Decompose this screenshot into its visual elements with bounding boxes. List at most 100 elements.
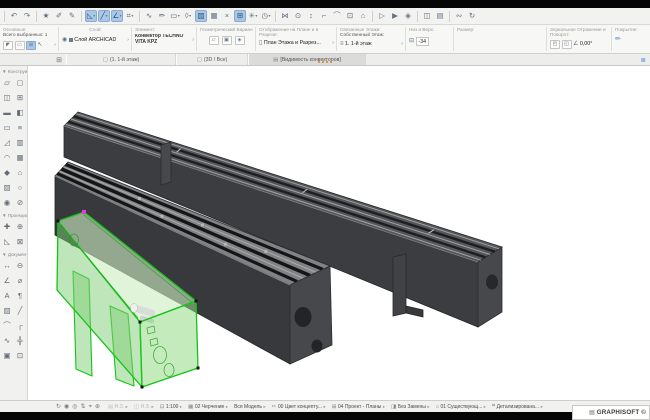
renovation-field[interactable]: ⌂01 Существующ...▸ — [436, 404, 486, 410]
flag-add-icon[interactable]: ▶ — [389, 10, 401, 22]
gear-icon[interactable]: ✳▾ — [247, 10, 259, 22]
camera-tool[interactable]: ✚ — [1, 219, 14, 234]
skylight-tool[interactable]: ◧ — [14, 105, 27, 120]
slab-tool[interactable]: ▭ — [1, 120, 14, 135]
chevron-icon[interactable]: › — [53, 42, 56, 48]
link-icon[interactable]: ∾ — [453, 10, 465, 22]
tab-1[interactable]: ▢(1. 1-й этаж) — [66, 54, 176, 65]
home-icon[interactable]: ⌂ — [357, 10, 369, 22]
element-value[interactable]: Конвектор TECHNO VITA KPZ — [135, 34, 185, 46]
wall-tool[interactable]: ▱ — [1, 75, 14, 90]
lock-icon[interactable]: ◊▾ — [182, 10, 194, 22]
geometry-variant-2-icon[interactable]: ▣ — [222, 36, 232, 45]
toolbox-section-header[interactable]: ▼ Проекции — [0, 210, 27, 219]
mesh-tool[interactable]: ▨ — [1, 180, 14, 195]
tab-menu-icon[interactable]: ≣ — [641, 56, 646, 64]
marquee-tool-icon[interactable]: ▭ — [15, 41, 25, 50]
chevron-icon[interactable]: › — [400, 41, 403, 47]
favorites-icon[interactable]: ★ — [40, 10, 52, 22]
selection-node[interactable] — [57, 220, 60, 223]
corner-icon[interactable]: ⌐ — [318, 10, 330, 22]
display-value[interactable]: План Этажа и Разрез... — [264, 40, 321, 46]
zoom-icon[interactable]: ⊙ — [292, 10, 304, 22]
stair-tool[interactable]: ≡ — [14, 120, 27, 135]
grid-icon[interactable]: ⊞ — [234, 10, 246, 22]
selection-node[interactable] — [141, 386, 144, 389]
marquee-icon[interactable]: ▭▾ — [169, 10, 181, 22]
opening-tool[interactable]: ⊘ — [14, 195, 27, 210]
orbit-icon[interactable]: ↻ — [56, 404, 61, 410]
selection-settings-icon[interactable]: ⊞ — [26, 41, 36, 50]
angle-dimension-tool[interactable]: ∠ — [1, 273, 14, 288]
gravity-icon[interactable]: ◺▾ — [85, 10, 97, 22]
elevation-tool[interactable]: ⊠ — [14, 234, 27, 249]
leaf-icon[interactable]: ∿ — [143, 10, 155, 22]
fill-tool[interactable]: ▨ — [1, 303, 14, 318]
chevron-icon[interactable]: › — [126, 37, 129, 43]
shell-tool[interactable]: ◠ — [1, 150, 14, 165]
hotspot-tool[interactable]: ╬ — [14, 333, 27, 348]
inject-parameters-icon[interactable]: ✎ — [66, 10, 78, 22]
radial-dimension-tool[interactable]: ⌀ — [14, 273, 27, 288]
elevation-value[interactable]: -34 — [416, 37, 430, 46]
pen-set-field[interactable]: ✏00 Цвет концепту...▸ — [272, 404, 326, 410]
undo-icon[interactable]: ↶ — [8, 10, 20, 22]
module-icon[interactable]: ◫ — [421, 10, 433, 22]
explore-icon[interactable]: ◉ — [64, 404, 69, 410]
paint-brush-icon[interactable]: ✏ — [615, 36, 621, 43]
arc-tool[interactable]: ⌒ — [1, 318, 14, 333]
zoom-icon[interactable]: ◎ — [72, 404, 77, 410]
mirror-icon[interactable]: ◰ — [550, 40, 560, 49]
label-tool[interactable]: ¶ — [14, 288, 27, 303]
center-icon[interactable]: ⌖ — [89, 404, 92, 410]
floor-plan-cut-field[interactable]: ▤Н.З.▸ — [108, 404, 128, 410]
column-tool[interactable]: ◫ — [1, 90, 14, 105]
zone-tool[interactable]: ⌂ — [14, 165, 27, 180]
fillet-icon[interactable]: ⌒ — [331, 10, 343, 22]
geometry-variant-3-icon[interactable]: ◈ — [235, 36, 245, 45]
toolbox-section-header[interactable]: ▼ Конструирование — [0, 66, 27, 75]
layer-combination-field[interactable]: ▦02 Черчение▸ — [188, 404, 228, 410]
polyline-tool[interactable]: ┌ — [14, 318, 27, 333]
chevron-icon[interactable]: › — [191, 37, 194, 43]
curtain-wall-tool[interactable]: ▦ — [14, 150, 27, 165]
window-tool[interactable]: ⊞ — [14, 90, 27, 105]
text-tool[interactable]: A — [1, 288, 14, 303]
beam-tool[interactable]: ▬ — [1, 105, 14, 120]
model-view-field[interactable]: ⊞04 Проект - Планы▸ — [332, 404, 385, 410]
overrides-field[interactable]: ◨Без Замены▸ — [391, 404, 429, 410]
stories-value[interactable]: 1. 1-й этаж — [345, 41, 371, 47]
resize-icon[interactable]: ⊡ — [344, 10, 356, 22]
figure-tool[interactable]: ▣ — [1, 348, 14, 363]
morph-tool[interactable]: ◆ — [1, 165, 14, 180]
toolbox-section-header[interactable]: ▼ Документирование — [0, 249, 27, 258]
rotation-angle-value[interactable]: 0,00° — [580, 41, 592, 47]
trace-reference-icon[interactable]: ▨ — [195, 10, 207, 22]
railing-tool[interactable]: ▥ — [14, 135, 27, 150]
guide-lines-icon[interactable]: ╱▾ — [98, 10, 110, 22]
lamp-tool[interactable]: ◉ — [1, 195, 14, 210]
level-dimension-tool[interactable]: ⊖ — [14, 258, 27, 273]
dimension-tool[interactable]: ↔ — [1, 258, 14, 273]
selection-node[interactable] — [195, 300, 198, 303]
rotate-icon[interactable]: ◱ — [562, 40, 572, 49]
pan-icon[interactable]: ⇅ — [81, 404, 86, 410]
schedule-icon[interactable]: ▦ — [208, 10, 220, 22]
spline-tool[interactable]: ∿ — [1, 333, 14, 348]
scale-field[interactable]: ⊡1:100▸ — [160, 404, 182, 410]
tab-overview-icon[interactable]: ⊞ — [52, 54, 66, 65]
layouts-icon[interactable]: ◈ — [402, 10, 414, 22]
selection-hotspot-node[interactable] — [82, 210, 86, 214]
picture-icon[interactable]: ▤ — [434, 10, 446, 22]
magnify-icon[interactable]: ⊕ — [95, 404, 100, 410]
back-convector-left-leg[interactable] — [161, 142, 171, 185]
drawing-tool[interactable]: ⊡ — [14, 348, 27, 363]
geometry-variant-1-icon[interactable]: ▱ — [209, 36, 219, 45]
fit-height-icon[interactable]: ↕ — [305, 10, 317, 22]
arrow-tool-icon[interactable]: ◤ — [3, 41, 13, 50]
structure-display-field[interactable]: Вся Модель▸ — [234, 404, 266, 410]
partial-structure-field[interactable]: ◫Н.З.▸ — [134, 404, 154, 410]
close-icon[interactable]: × — [221, 10, 233, 22]
chevron-icon[interactable]: › — [331, 40, 334, 46]
tab-2[interactable]: ▢(3D / Все) — [176, 54, 248, 65]
